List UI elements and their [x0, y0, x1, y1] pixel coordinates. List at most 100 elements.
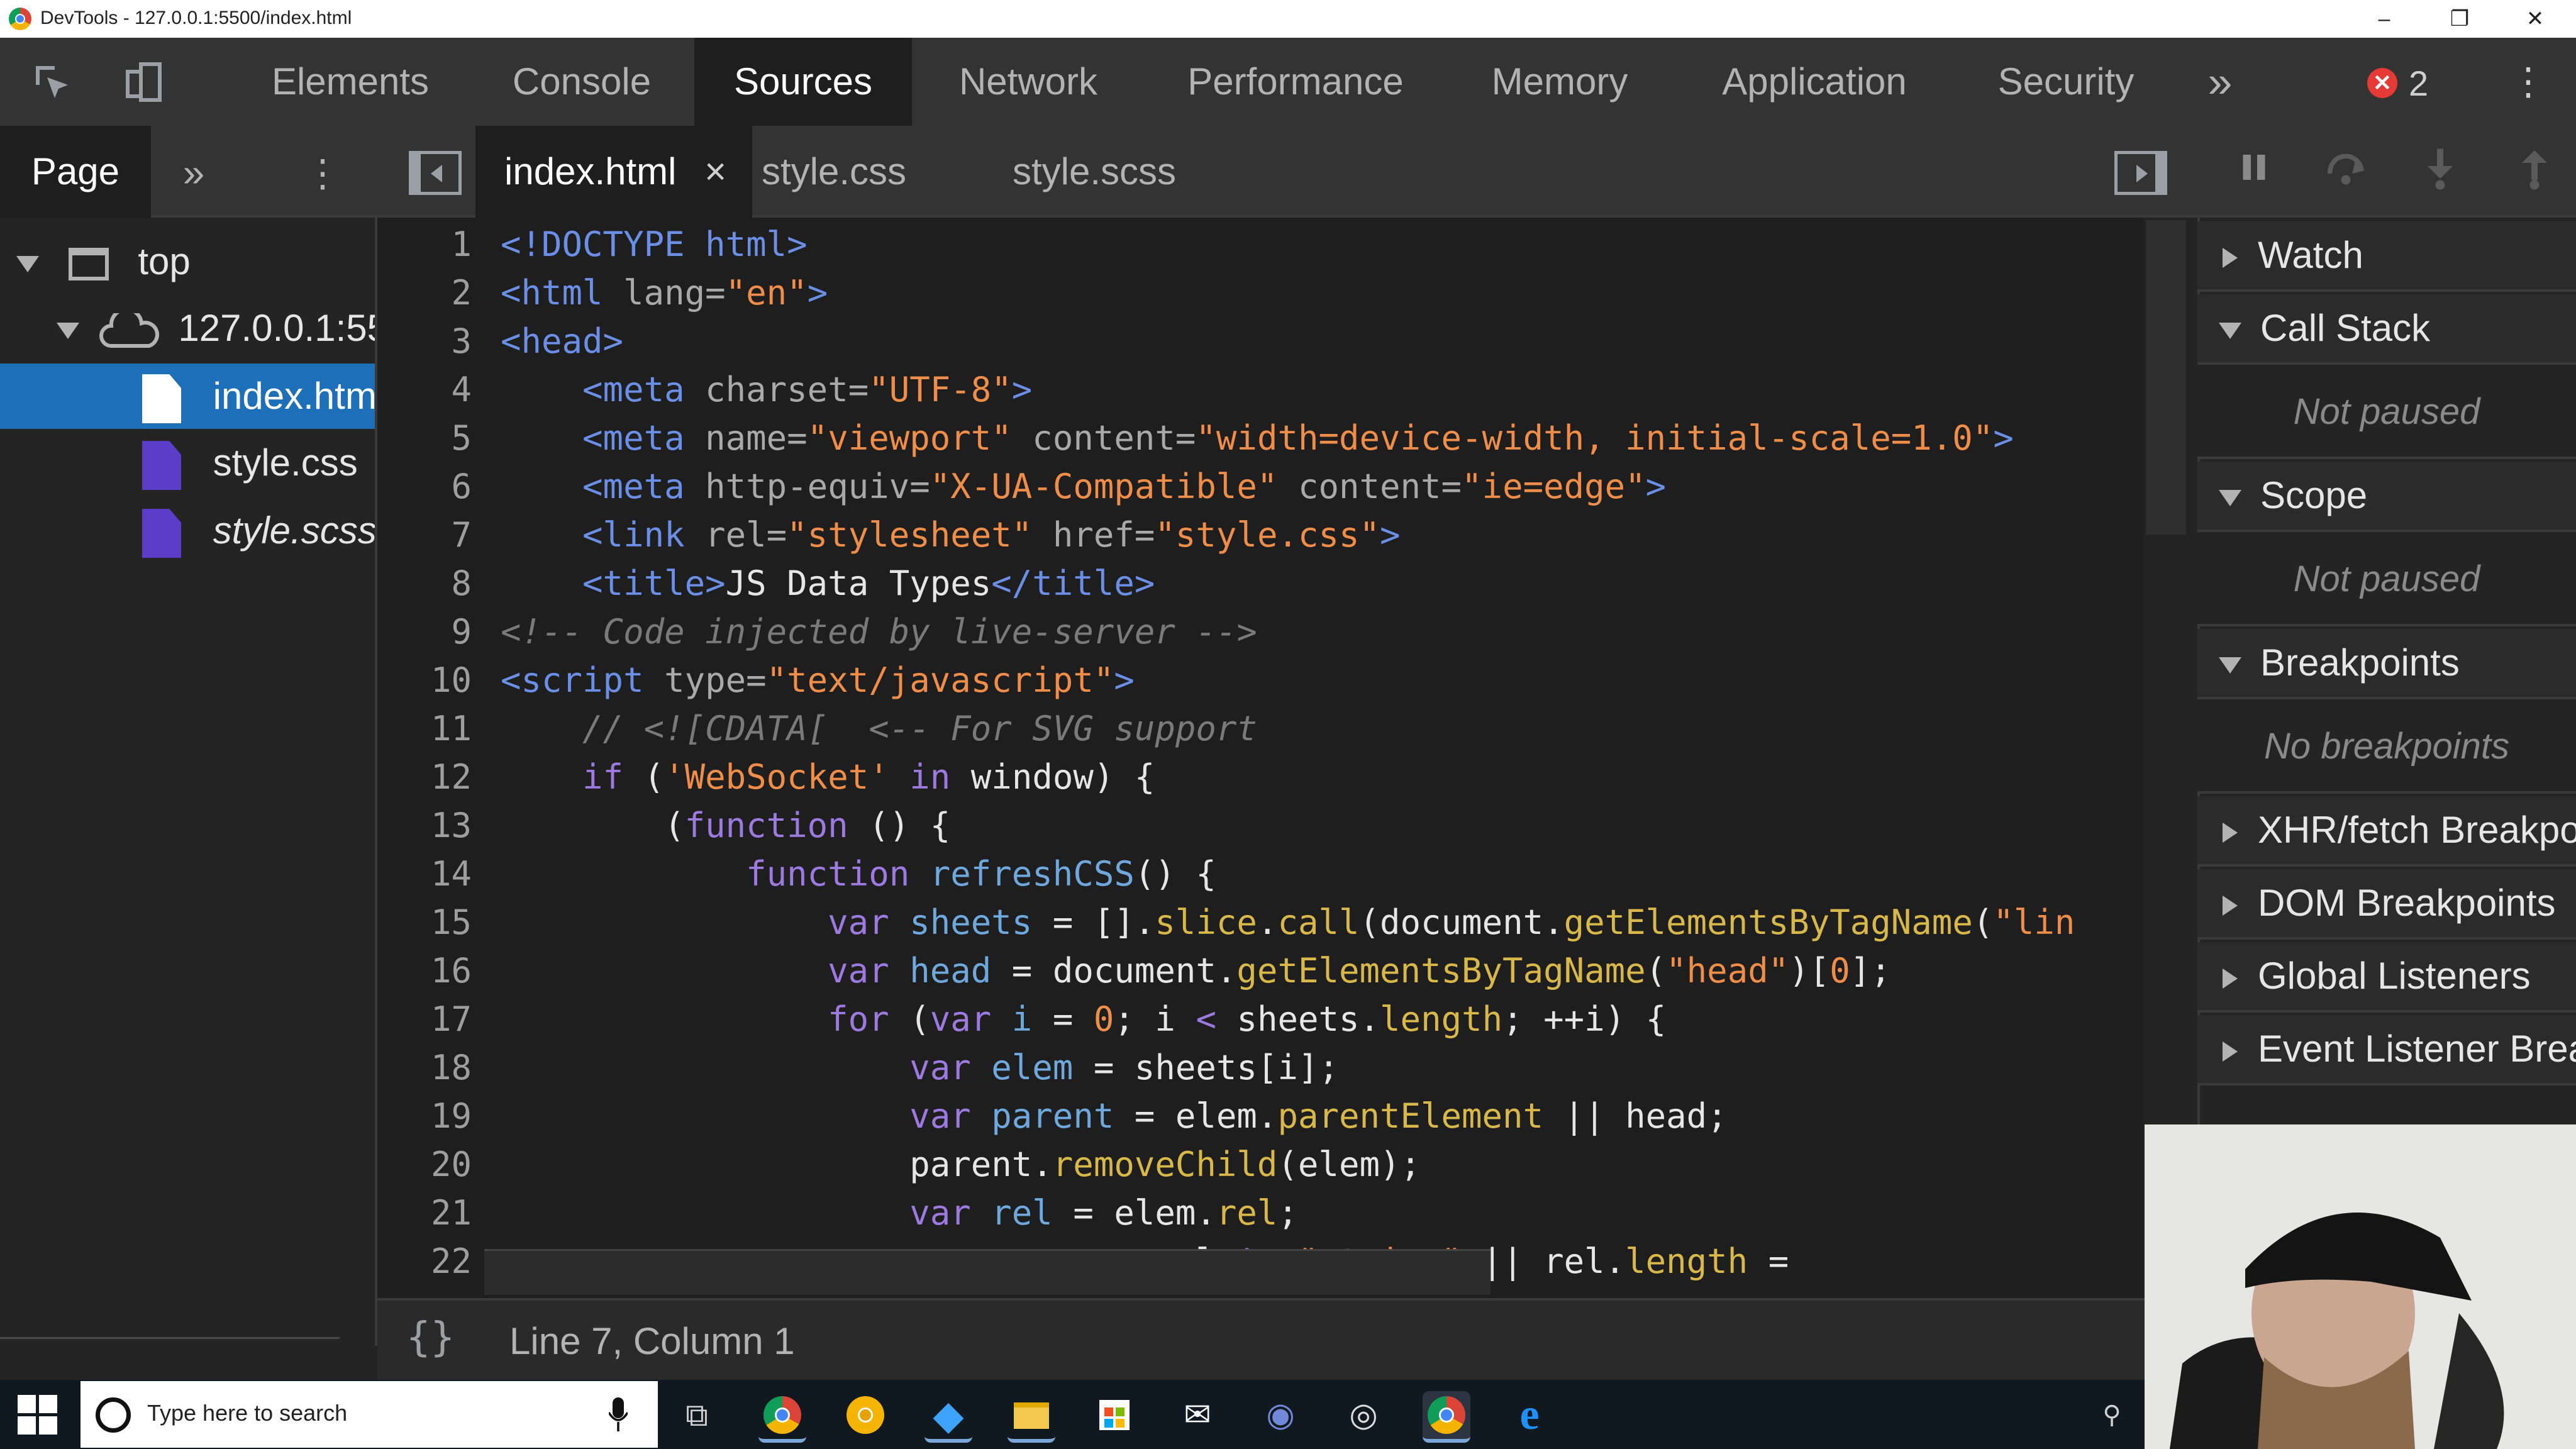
code-line[interactable]: <meta charset="UTF-8"> [501, 365, 2136, 414]
code-line[interactable]: <!DOCTYPE html> [501, 220, 2136, 269]
vscode-icon[interactable]: ◆ [924, 1391, 972, 1443]
obs-icon[interactable]: ◎ [1340, 1391, 1387, 1439]
error-count[interactable]: 2 [2409, 63, 2428, 104]
collapse-triangle-icon[interactable] [16, 256, 39, 273]
line-number[interactable]: 10 [384, 656, 472, 704]
navigator-more-icon[interactable]: » [169, 148, 219, 199]
more-tabs-icon[interactable]: » [2195, 38, 2245, 126]
device-toolbar-icon[interactable] [122, 60, 167, 106]
tab-application[interactable]: Application [1698, 38, 1931, 126]
code-line[interactable]: <script type="text/javascript"> [501, 656, 2136, 704]
navigator-scrollbar[interactable] [0, 1337, 340, 1349]
line-number[interactable]: 5 [384, 414, 472, 462]
line-number[interactable]: 18 [384, 1043, 472, 1092]
chrome-active-icon[interactable] [1423, 1391, 1470, 1443]
section-watch[interactable]: Watch [2197, 221, 2576, 292]
step-out-icon[interactable] [2509, 148, 2560, 199]
close-tab-icon[interactable]: × [704, 150, 726, 192]
section-dom-breakpoints[interactable]: DOM Breakpoints [2197, 869, 2576, 940]
discord-icon[interactable]: ◉ [1257, 1391, 1304, 1439]
tree-item-origin[interactable]: 127.0.0.1:5500 [0, 296, 375, 361]
line-number[interactable]: 3 [384, 317, 472, 365]
code-line[interactable]: var rel = elem.rel; [501, 1189, 2136, 1237]
task-view-icon[interactable]: ⧉ [673, 1391, 721, 1439]
line-number[interactable]: 1 [384, 220, 472, 269]
line-number[interactable]: 16 [384, 947, 472, 995]
chrome-icon[interactable] [758, 1391, 806, 1443]
toggle-navigator-icon[interactable] [409, 151, 462, 195]
tree-item-style-scss[interactable]: style.scss [0, 498, 375, 564]
tab-sources[interactable]: Sources [694, 38, 912, 126]
section-event-listener-breakpoints[interactable]: Event Listener Breakpoints [2197, 1015, 2576, 1085]
code-line[interactable]: (function () { [501, 801, 2136, 850]
code-line[interactable]: function refreshCSS() { [501, 850, 2136, 898]
code-line[interactable]: var elem = sheets[i]; [501, 1043, 2136, 1092]
editor-vertical-scroll-thumb[interactable] [2146, 220, 2186, 535]
code-line[interactable]: <meta http-equiv="X-UA-Compatible" conte… [501, 462, 2136, 511]
line-number[interactable]: 19 [384, 1092, 472, 1140]
mail-icon[interactable]: ✉ [1174, 1391, 1221, 1439]
tab-network[interactable]: Network [937, 38, 1119, 126]
navigator-menu-icon[interactable]: ⋮ [301, 148, 345, 199]
line-number[interactable]: 11 [384, 704, 472, 753]
tab-performance[interactable]: Performance [1163, 38, 1428, 126]
toggle-debugger-icon[interactable] [2114, 151, 2167, 195]
error-badge-icon[interactable]: ✕ [2367, 68, 2397, 98]
line-number[interactable]: 21 [384, 1189, 472, 1237]
tree-item-top[interactable]: top [0, 229, 375, 294]
edge-icon[interactable]: e [1506, 1391, 1553, 1439]
line-number[interactable]: 4 [384, 365, 472, 414]
tree-item-style-css[interactable]: style.css [0, 430, 375, 496]
section-scope[interactable]: Scope [2197, 462, 2576, 532]
people-icon[interactable]: ⚲ [2088, 1391, 2136, 1439]
code-line[interactable]: <head> [501, 317, 2136, 365]
tab-console[interactable]: Console [497, 38, 667, 126]
windows-start-icon[interactable] [18, 1395, 58, 1435]
cortana-icon[interactable] [96, 1397, 131, 1433]
code-line[interactable]: // <![CDATA[ <-- For SVG support [501, 704, 2136, 753]
code-line[interactable]: <title>JS Data Types</title> [501, 559, 2136, 608]
section-breakpoints[interactable]: Breakpoints [2197, 629, 2576, 699]
step-into-icon[interactable] [2415, 148, 2465, 199]
code-line[interactable]: for (var i = 0; i < sheets.length; ++i) … [501, 995, 2136, 1043]
code-line[interactable]: <html lang="en"> [501, 269, 2136, 317]
line-number[interactable]: 13 [384, 801, 472, 850]
navigator-tab-page[interactable]: Page [0, 126, 151, 218]
code-line[interactable]: parent.removeChild(elem); [501, 1140, 2136, 1189]
tab-elements[interactable]: Elements [247, 38, 454, 126]
code-line[interactable]: <meta name="viewport" content="width=dev… [501, 414, 2136, 462]
editor-tab-style-scss[interactable]: style.scss [1013, 126, 1201, 218]
code-line[interactable]: var sheets = [].slice.call(document.getE… [501, 898, 2136, 947]
code-line[interactable]: var head = document.getElementsByTagName… [501, 947, 2136, 995]
code-line[interactable]: <link rel="stylesheet" href="style.css"> [501, 511, 2136, 559]
line-number[interactable]: 6 [384, 462, 472, 511]
pause-icon[interactable] [2229, 148, 2279, 199]
editor-tab-index-html[interactable]: index.html × [475, 126, 752, 218]
restore-button[interactable]: ❐ [2425, 0, 2494, 38]
code-line[interactable]: var parent = elem.parentElement || head; [501, 1092, 2136, 1140]
line-number[interactable]: 17 [384, 995, 472, 1043]
pretty-print-button[interactable]: {} [406, 1314, 455, 1361]
line-number[interactable]: 2 [384, 269, 472, 317]
section-global-listeners[interactable]: Global Listeners [2197, 942, 2576, 1013]
collapse-triangle-icon[interactable] [57, 323, 79, 340]
editor-tab-style-css[interactable]: style.css [752, 126, 916, 218]
editor-horizontal-scrollbar[interactable] [484, 1249, 1491, 1295]
line-number[interactable]: 12 [384, 753, 472, 801]
customize-menu-icon[interactable]: ⋮ [2509, 63, 2547, 107]
minimize-button[interactable]: – [2350, 0, 2419, 38]
close-window-button[interactable]: ✕ [2501, 0, 2570, 38]
microphone-icon[interactable] [608, 1397, 629, 1431]
file-explorer-icon[interactable] [1008, 1391, 1055, 1443]
line-number[interactable]: 20 [384, 1140, 472, 1189]
chrome-canary-icon[interactable] [841, 1391, 889, 1439]
tab-security[interactable]: Security [1981, 38, 2151, 126]
code-line[interactable]: <!-- Code injected by live-server --> [501, 608, 2136, 656]
line-number[interactable]: 9 [384, 608, 472, 656]
tab-memory[interactable]: Memory [1472, 38, 1648, 126]
line-number[interactable]: 7 [384, 511, 472, 559]
section-call-stack[interactable]: Call Stack [2197, 294, 2576, 365]
step-over-icon[interactable] [2321, 148, 2371, 199]
section-xhr-fetch-breakpoints[interactable]: XHR/fetch Breakpoints [2197, 796, 2576, 867]
store-icon[interactable] [1091, 1391, 1138, 1439]
